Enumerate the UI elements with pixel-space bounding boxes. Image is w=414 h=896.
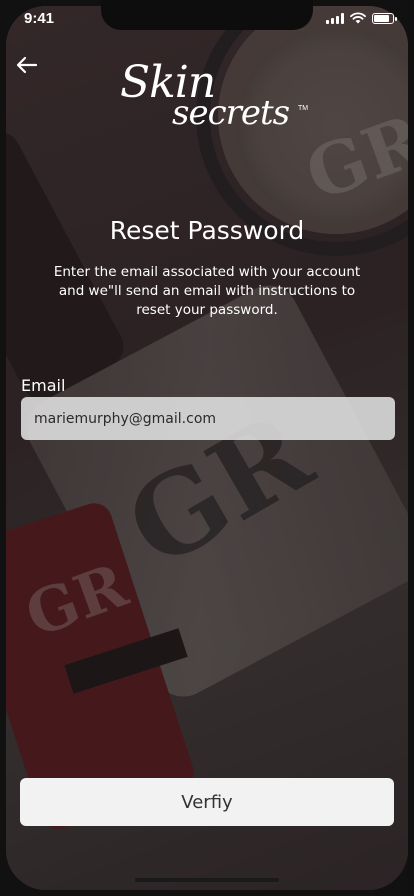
phone-frame: GR GR GR 9:41 Skin secrets TM Reset Pass… [0, 0, 414, 896]
page-subtitle: Enter the email associated with your acc… [53, 264, 361, 318]
back-arrow-icon[interactable] [14, 52, 40, 78]
home-indicator [135, 878, 279, 882]
screen: GR GR GR [6, 6, 408, 890]
cellular-signal-icon [326, 12, 344, 24]
email-label: Email [21, 376, 66, 395]
background-overlay [6, 6, 408, 890]
logo-text-secrets: secrets [172, 93, 290, 133]
brand-logo: Skin secrets TM [110, 55, 310, 135]
verify-button[interactable]: Verfiy [20, 778, 394, 826]
status-icons [326, 12, 397, 24]
status-time: 9:41 [24, 10, 55, 27]
device-notch [101, 0, 313, 30]
logo-trademark: TM [298, 105, 309, 112]
battery-icon [372, 12, 397, 24]
wifi-icon [350, 12, 366, 24]
page-title: Reset Password [109, 216, 305, 245]
email-field[interactable] [21, 397, 395, 440]
